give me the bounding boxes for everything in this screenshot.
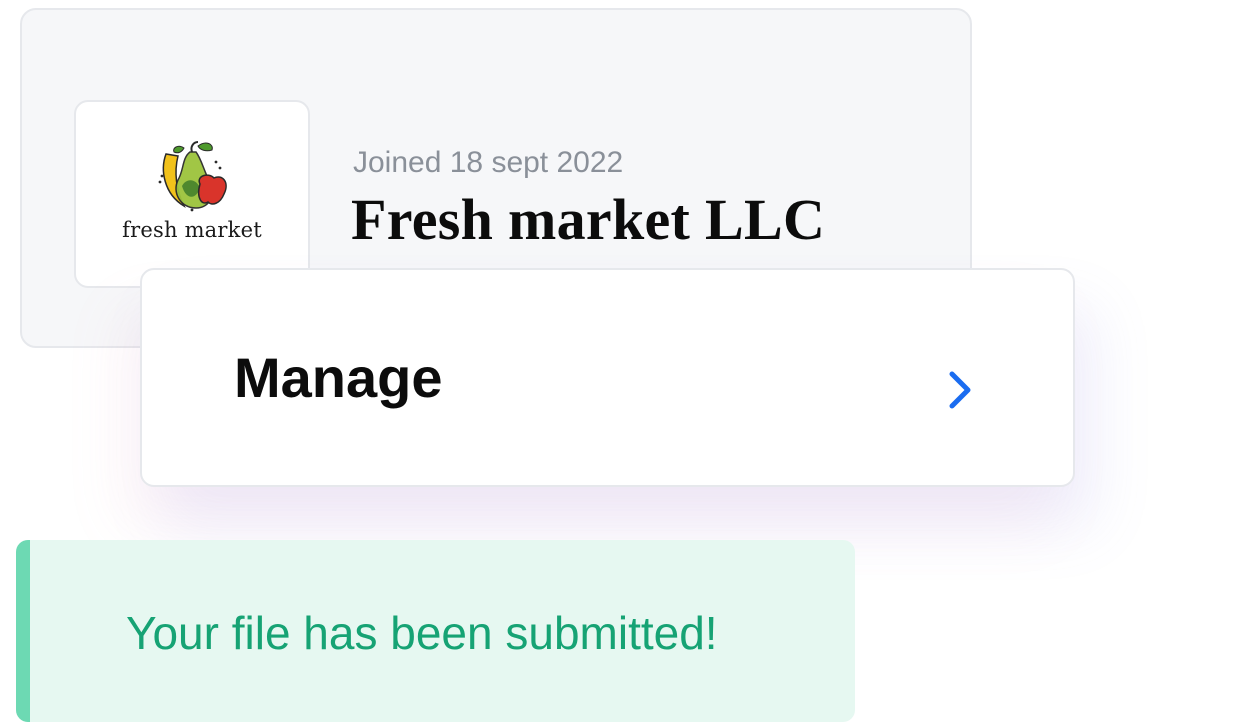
company-logo: fresh market (74, 100, 310, 288)
manage-button[interactable]: Manage (140, 268, 1075, 487)
logo-wordmark: fresh market (122, 218, 262, 242)
fruit-logo-icon (158, 141, 227, 212)
chevron-right-icon (949, 371, 971, 409)
success-message: Your file has been submitted! (126, 607, 718, 659)
success-notification: Your file has been submitted! (16, 540, 855, 722)
company-name: Fresh market LLC (351, 187, 826, 252)
joined-date: Joined 18 sept 2022 (353, 146, 624, 179)
success-accent-bar (16, 540, 30, 722)
manage-label: Manage (234, 346, 443, 409)
